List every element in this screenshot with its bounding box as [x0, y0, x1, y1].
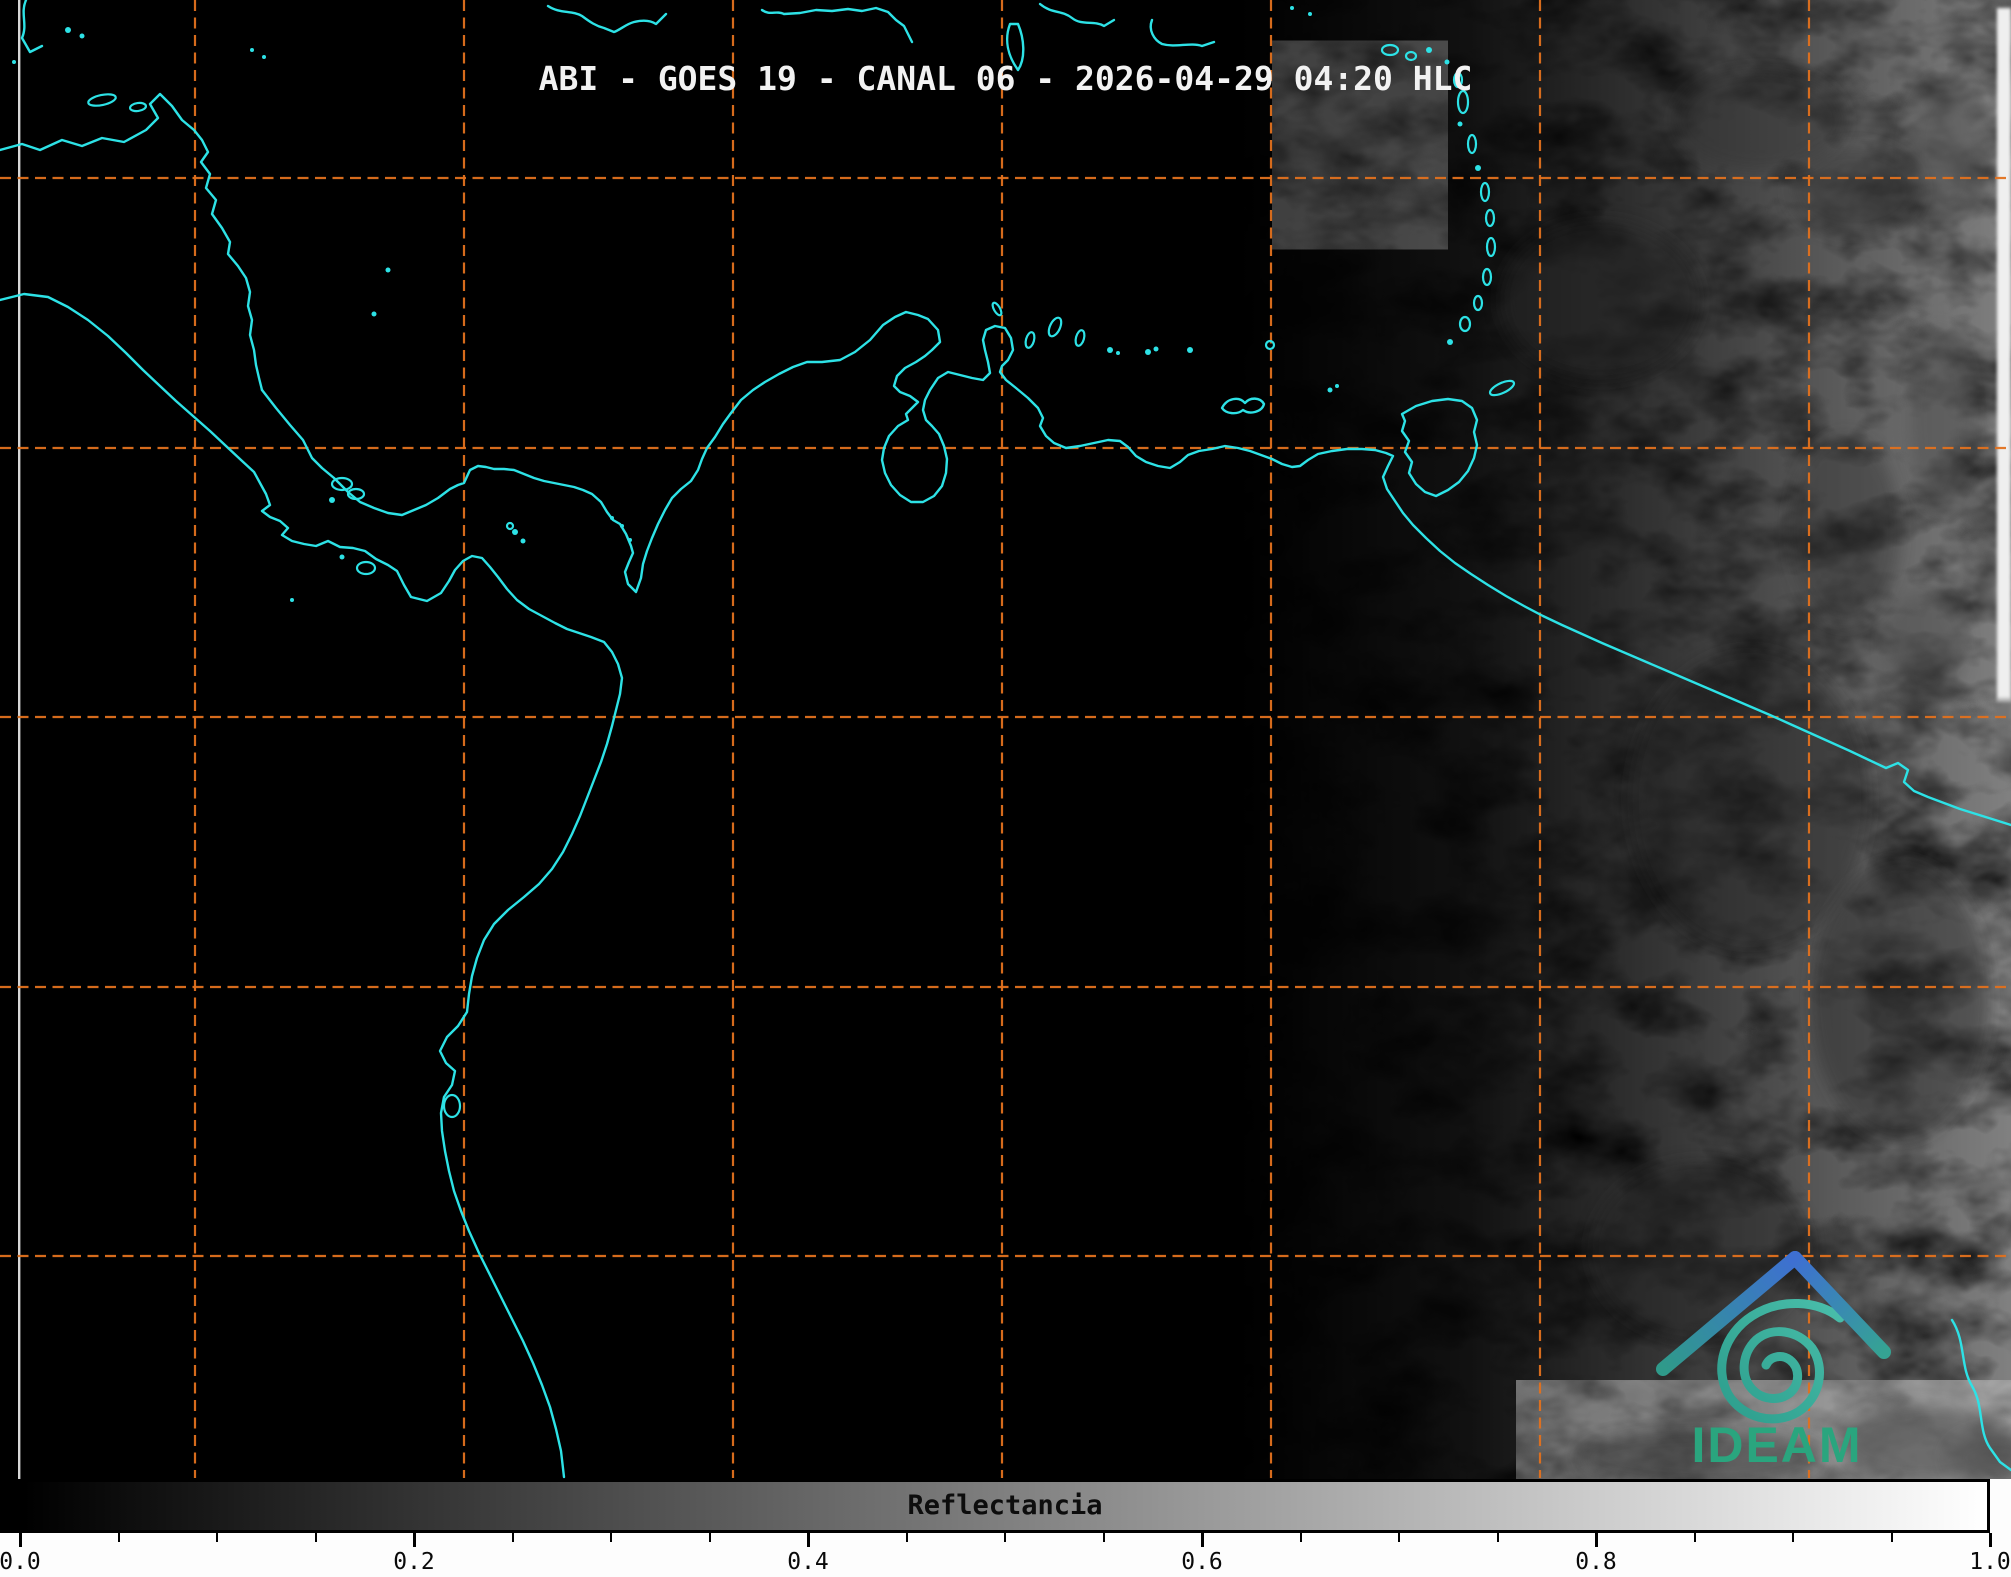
colorbar-tick-label: 1.0: [1969, 1549, 2011, 1575]
colorbar-major-tick: [806, 1533, 810, 1547]
colorbar-major-tick: [412, 1533, 416, 1547]
colorbar-major-tick: [1594, 1533, 1598, 1547]
colorbar-minor-tick: [1102, 1533, 1105, 1542]
colorbar-minor-tick: [610, 1533, 612, 1542]
colorbar-minor-tick: [905, 1533, 908, 1542]
colorbar-minor-tick: [216, 1533, 218, 1542]
colorbar-label: Reflectancia: [907, 1490, 1103, 1521]
figure-margin: [1990, 1479, 2011, 1533]
colorbar-tick-label: 0.8: [1575, 1549, 1617, 1575]
satellite-map: [0, 0, 2011, 1486]
colorbar-minor-tick: [1299, 1533, 1302, 1542]
colorbar-minor-tick: [708, 1533, 711, 1542]
colorbar-tick-label: 0.4: [787, 1549, 829, 1575]
colorbar-minor-tick: [117, 1533, 120, 1542]
colorbar-minor-tick: [511, 1533, 514, 1542]
reflectance-colorbar: Reflectancia: [20, 1479, 1990, 1533]
colorbar-minor-tick: [1693, 1533, 1696, 1542]
colorbar-tick-label: 0.0: [0, 1549, 41, 1575]
colorbar-minor-tick: [1890, 1533, 1893, 1542]
colorbar-major-tick: [18, 1533, 22, 1547]
colorbar-minor-tick: [1004, 1533, 1006, 1542]
satellite-limb-edge: [1996, 8, 2011, 768]
colorbar-minor-tick: [1398, 1533, 1400, 1542]
colorbar-tick-label: 0.2: [393, 1549, 435, 1575]
colorbar-major-tick: [1200, 1533, 1204, 1547]
colorbar-minor-tick: [1496, 1533, 1499, 1542]
satellite-image-viewer: ABI - GOES 19 - CANAL 06 - 2026-04-29 04…: [0, 0, 2011, 1577]
colorbar-major-tick: [1988, 1533, 1992, 1547]
colorbar-minor-tick: [314, 1533, 317, 1542]
colorbar-tick-label: 0.6: [1181, 1549, 1223, 1575]
image-title: ABI - GOES 19 - CANAL 06 - 2026-04-29 04…: [538, 59, 1473, 98]
ideam-logo-text: IDEAM: [1691, 1417, 1863, 1473]
colorbar-minor-tick: [1792, 1533, 1794, 1542]
map-frame-spine: [18, 0, 21, 1479]
